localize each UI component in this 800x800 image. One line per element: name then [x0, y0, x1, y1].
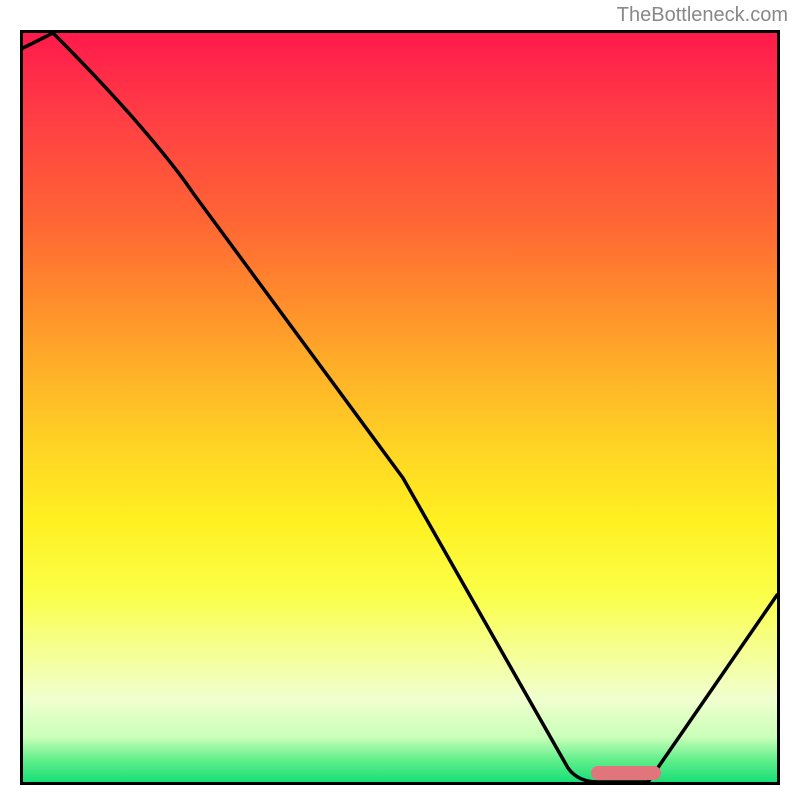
watermark-text: TheBottleneck.com: [617, 4, 788, 27]
bottleneck-curve: [23, 33, 777, 782]
optimum-marker: [591, 766, 661, 780]
curve-path: [23, 33, 777, 782]
plot-area: [20, 30, 780, 785]
canvas: TheBottleneck.com: [0, 0, 800, 800]
